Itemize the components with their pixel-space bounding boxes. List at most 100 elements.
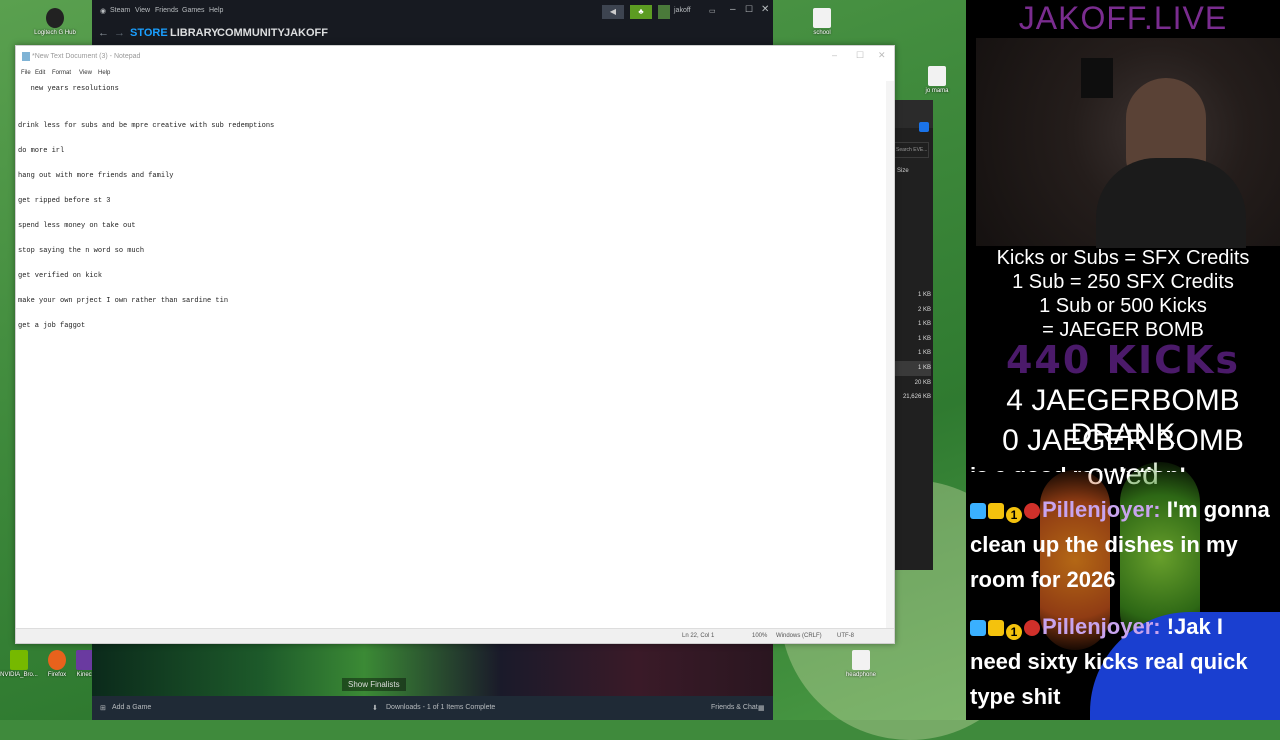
line-ending: Windows (CRLF) [776, 633, 822, 639]
sfx-info-line: 1 Sub or 500 Kicks [1039, 295, 1207, 317]
text-line: get verified on kick [18, 272, 103, 280]
sfx-info-line: 1 Sub = 250 SFX Credits [1012, 271, 1234, 293]
chat-username: Pillenjoyer: [1042, 614, 1161, 639]
menu-format[interactable]: Format [52, 70, 71, 76]
menu-edit[interactable]: Edit [35, 70, 45, 76]
encoding: UTF-8 [837, 633, 854, 639]
desktop-icon-jo-mama[interactable]: jo mama [902, 66, 972, 94]
notepad-titlebar: *New Text Document (3) - Notepad – ☐ ✕ [16, 46, 894, 67]
friends-chat-button[interactable]: Friends & Chat [711, 704, 758, 711]
sfx-info: Kicks or Subs = SFX Credits 1 Sub = 250 … [966, 246, 1280, 342]
sword-icon [970, 503, 986, 519]
kicks-counter: 440 KICKs [1005, 338, 1241, 382]
text-line: get ripped before st 3 [18, 197, 111, 205]
nav-profile[interactable]: JAKOFF [284, 27, 328, 39]
steam-username[interactable]: jakoff [674, 7, 691, 14]
downloads-icon: ⬇ [372, 705, 378, 712]
text-line: new years resolutions [18, 85, 119, 93]
wall-poster [1081, 58, 1113, 98]
cursor-position: Ln 22, Col 1 [682, 633, 715, 639]
size-column-header[interactable]: Size [897, 168, 909, 174]
menu-file[interactable]: File [21, 70, 31, 76]
vertical-scrollbar[interactable] [886, 81, 894, 628]
nav-community[interactable]: COMMUNITY [217, 27, 285, 39]
logitech-icon [46, 8, 64, 28]
chat-message-partial: is a good resolution! [970, 458, 1278, 472]
zoom-level: 100% [752, 633, 768, 639]
file-icon [928, 66, 946, 86]
file-size: 1 KB [893, 360, 931, 376]
minimize-icon[interactable]: ▭ [709, 7, 716, 15]
file-size: 1 KB [917, 292, 931, 298]
notepad-icon [22, 52, 30, 61]
steam-bottom-bar: ⊞ Add a Game ⬇ Downloads - 1 of 1 Items … [92, 696, 773, 720]
close-button[interactable]: ✕ [761, 4, 769, 15]
steam-navbar: ← → STORE LIBRARY COMMUNITY JAKOFF [92, 24, 773, 44]
window-title: *New Text Document (3) - Notepad [32, 53, 141, 60]
explorer-toolbar [893, 100, 933, 132]
text-line: do more irl [18, 147, 65, 155]
file-size: 1 KB [917, 335, 931, 342]
file-size: 2 KB [917, 306, 931, 313]
file-explorer-window: Search EVE... Size 1 KB 2 KB 1 KB 1 KB 1… [893, 100, 933, 570]
steam-menu-friends[interactable]: Friends [155, 7, 178, 14]
chat-box: is a good resolution! 1Pillenjoyer: I'm … [970, 462, 1280, 720]
text-line: make your own prject I own rather than s… [18, 297, 229, 305]
add-game-button[interactable]: Add a Game [112, 704, 151, 711]
file-size: 21,626 KB [902, 394, 931, 401]
text-line: hang out with more friends and family [18, 172, 174, 180]
size-column: 1 KB 2 KB 1 KB 1 KB 1 KB 1 KB 20 KB 21,6… [893, 288, 931, 405]
menu-help[interactable]: Help [98, 70, 110, 76]
notepad-menubar: File Edit Format View Help [16, 68, 894, 81]
nav-store[interactable]: STORE [130, 27, 168, 39]
downloads-status[interactable]: Downloads - 1 of 1 Items Complete [386, 704, 495, 711]
desktop-icon-logitech[interactable]: Logitech G Hub [20, 8, 90, 36]
steam-titlebar: ◉ Steam View Friends Games Help ◀ ♣ jako… [92, 0, 773, 24]
steam-menu-view[interactable]: View [135, 7, 150, 14]
sub-badge: 1 [1006, 507, 1022, 523]
avatar[interactable] [658, 5, 670, 19]
chat-username: Pillenjoyer: [1042, 497, 1161, 522]
steam-menu-help[interactable]: Help [209, 7, 223, 14]
forward-arrow-icon[interactable]: → [114, 27, 125, 39]
notepad-window: *New Text Document (3) - Notepad – ☐ ✕ F… [15, 45, 895, 644]
menu-view[interactable]: View [79, 70, 92, 76]
text-line: spend less money on take out [18, 222, 136, 230]
text-editor[interactable]: new years resolutions drink less for sub… [16, 81, 876, 631]
sfx-info-line: Kicks or Subs = SFX Credits [996, 247, 1250, 269]
minimize-button[interactable]: – [730, 4, 736, 15]
desktop-icon-school[interactable]: school [787, 8, 857, 36]
crown-icon [988, 620, 1004, 636]
overlay-title: JAKOFF.LIVE [1018, 0, 1228, 36]
desktop-icon-headphone[interactable]: headphone [826, 650, 896, 678]
help-icon[interactable] [919, 122, 929, 132]
show-finalists-button[interactable]: Show Finalists [342, 678, 406, 691]
chat-text: is a good resolution! [970, 463, 1186, 472]
file-size: 20 KB [914, 379, 931, 386]
strawberry-icon [1024, 503, 1040, 519]
minimize-button[interactable]: – [832, 50, 837, 60]
maximize-button[interactable]: ☐ [856, 50, 864, 61]
steam-logo-icon: ◉ [100, 8, 107, 15]
maximize-button[interactable]: ☐ [745, 4, 753, 15]
text-line: stop saying the n word so much [18, 247, 145, 255]
stream-overlay: JAKOFF.LIVE Kicks or Subs = SFX Credits … [966, 0, 1280, 720]
chat-icon[interactable]: ▦ [758, 704, 765, 712]
chat-message: 1 Pillenjoyer: !Jak I need sixty kicks re… [970, 609, 1278, 714]
broadcast-icon[interactable]: ◀ [602, 5, 624, 19]
sub-badge: 1 [1006, 624, 1022, 640]
text-line: get a job faggot [18, 322, 86, 330]
sword-icon [970, 620, 986, 636]
chat-message: 1 Pillenjoyer: I'm gonna clean up the dis… [970, 492, 1278, 597]
file-size: 1 KB [917, 350, 931, 357]
notification-bell-icon[interactable]: ♣ [630, 5, 652, 19]
status-bar: Ln 22, Col 1 100% Windows (CRLF) UTF-8 [16, 628, 894, 643]
nav-library[interactable]: LIBRARY [170, 27, 218, 39]
text-line: drink less for subs and be mpre creative… [18, 122, 275, 130]
steam-menu-games[interactable]: Games [182, 7, 205, 14]
crown-icon [988, 503, 1004, 519]
close-button[interactable]: ✕ [878, 50, 886, 61]
steam-menu-steam[interactable]: Steam [110, 7, 130, 14]
search-input[interactable]: Search EVE... [893, 142, 929, 158]
back-arrow-icon[interactable]: ← [98, 27, 109, 39]
